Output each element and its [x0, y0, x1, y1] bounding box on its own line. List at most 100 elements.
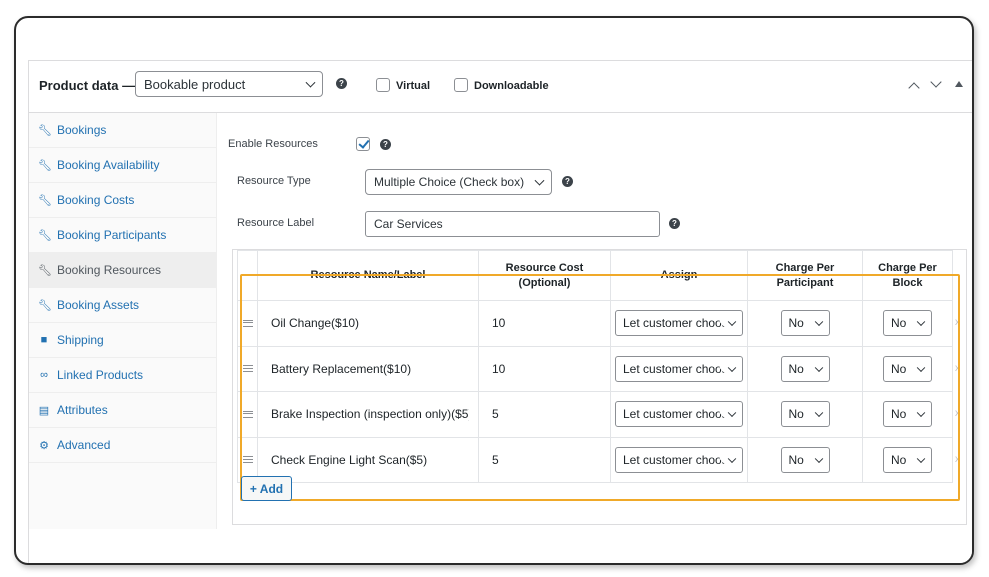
resources-table-container: Resource Name/Label Resource Cost (Optio… — [232, 249, 967, 525]
charge-per-block-select[interactable]: No — [883, 401, 932, 428]
help-icon[interactable]: ? — [669, 218, 680, 229]
assign-value: Let customer choose — [623, 361, 735, 376]
assign-select[interactable]: Let customer choose — [615, 446, 743, 473]
block-cell: No — [862, 391, 953, 438]
resource-name-cell[interactable]: Oil Change($10) — [257, 300, 479, 347]
move-up-icon[interactable] — [908, 82, 920, 94]
chevron-down-icon — [916, 363, 926, 372]
gear-icon: ⚙ — [39, 439, 49, 452]
remove-row-icon[interactable]: x — [955, 408, 960, 419]
collapse-toggle-icon[interactable] — [955, 81, 963, 87]
remove-row-icon[interactable]: x — [955, 317, 960, 328]
sidebar-item-label: Bookings — [57, 123, 107, 137]
assign-value: Let customer choose — [623, 316, 735, 331]
remove-row-icon[interactable]: x — [955, 454, 960, 465]
virtual-checkbox[interactable] — [376, 78, 390, 92]
assign-cell: Let customer choose — [610, 436, 748, 483]
chevron-down-icon — [814, 454, 823, 463]
sidebar-item-linked-products[interactable]: ∞ Linked Products — [29, 358, 217, 393]
block-value: No — [891, 316, 907, 331]
truck-icon: ■ — [40, 334, 48, 346]
drag-handle[interactable] — [237, 391, 258, 438]
assign-cell: Let customer choose — [610, 391, 748, 438]
enable-resources-checkbox[interactable] — [356, 137, 370, 151]
sidebar-item-booking-participants[interactable]: 🔧︎ Booking Participants — [29, 218, 217, 253]
sidebar-item-booking-assets[interactable]: 🔧︎ Booking Assets — [29, 288, 217, 323]
sidebar-item-label: Booking Assets — [57, 298, 140, 312]
resource-cost-cell[interactable]: 10 — [478, 345, 611, 392]
help-icon[interactable]: ? — [336, 78, 347, 89]
assign-value: Let customer choose — [623, 407, 735, 422]
resource-cost: 5 — [492, 407, 499, 422]
assign-select[interactable]: Let customer choose — [615, 355, 743, 382]
column-header-assign: Assign — [610, 250, 748, 301]
block-cell: No — [862, 300, 953, 347]
sidebar-item-bookings[interactable]: 🔧︎ Bookings — [29, 113, 217, 148]
charge-per-block-select[interactable]: No — [883, 355, 932, 382]
block-cell: No — [862, 436, 953, 483]
help-icon[interactable]: ? — [380, 139, 391, 150]
chevron-down-icon — [916, 317, 926, 327]
charge-per-participant-select[interactable]: No — [780, 310, 830, 337]
sidebar-item-booking-costs[interactable]: 🔧︎ Booking Costs — [29, 183, 217, 218]
resource-type-select[interactable]: Multiple Choice (Check box) — [365, 169, 552, 195]
drag-handle[interactable] — [237, 300, 258, 347]
assign-select[interactable]: Let customer choose — [615, 310, 743, 337]
wrench-icon: 🔧︎ — [38, 194, 52, 207]
sidebar-item-label: Attributes — [57, 403, 108, 417]
table-row: Brake Inspection (inspection only)($5) 5… — [237, 391, 953, 438]
handle-column-header — [237, 250, 258, 301]
move-down-icon[interactable] — [930, 76, 942, 88]
drag-handle-icon — [242, 456, 253, 464]
remove-row-icon[interactable]: x — [955, 363, 960, 374]
resource-name: Check Engine Light Scan($5) — [271, 452, 428, 467]
chevron-down-icon — [916, 454, 926, 463]
resource-cost-cell[interactable]: 5 — [478, 391, 611, 438]
resource-label-label: Resource Label — [237, 217, 315, 229]
table-row: Oil Change($10) 10 Let customer choose N… — [237, 300, 953, 347]
product-type-select[interactable]: Bookable product — [135, 71, 323, 97]
wrench-icon: 🔧︎ — [38, 229, 52, 242]
resource-label-input[interactable]: Car Services — [365, 211, 660, 237]
product-data-panel: Product data — Bookable product ? Virtua… — [28, 60, 972, 563]
resource-name: Oil Change($10) — [271, 316, 360, 331]
resource-cost-cell[interactable]: 5 — [478, 436, 611, 483]
virtual-label: Virtual — [396, 80, 431, 92]
resource-cost: 10 — [492, 361, 506, 376]
sidebar-item-booking-availability[interactable]: 🔧︎ Booking Availability — [29, 148, 217, 183]
charge-per-participant-select[interactable]: No — [780, 355, 830, 382]
participant-cell: No — [747, 345, 863, 392]
table-row: Battery Replacement($10) 10 Let customer… — [237, 345, 953, 392]
wrench-icon: 🔧︎ — [38, 159, 52, 172]
charge-per-participant-select[interactable]: No — [780, 446, 830, 473]
window-frame: Product data — Bookable product ? Virtua… — [14, 16, 974, 565]
charge-per-block-select[interactable]: No — [883, 446, 932, 473]
participant-cell: No — [747, 436, 863, 483]
add-resource-button[interactable]: + Add — [241, 476, 292, 501]
downloadable-checkbox[interactable] — [454, 78, 468, 92]
resource-name-cell[interactable]: Battery Replacement($10) — [257, 345, 479, 392]
column-header-name: Resource Name/Label — [257, 250, 479, 301]
resource-name-cell[interactable]: Brake Inspection (inspection only)($5) — [257, 391, 479, 438]
sidebar-item-booking-resources[interactable]: 🔧︎ Booking Resources — [29, 253, 217, 288]
link-icon: ∞ — [40, 369, 48, 381]
assign-select[interactable]: Let customer choose — [615, 401, 743, 428]
resource-type-label: Resource Type — [237, 175, 311, 187]
help-icon[interactable]: ? — [562, 176, 573, 187]
wrench-icon: 🔧︎ — [38, 299, 52, 312]
resource-cost-cell[interactable]: 10 — [478, 300, 611, 347]
drag-handle-icon — [242, 365, 253, 373]
resource-cost: 5 — [492, 452, 499, 467]
assign-value: Let customer choose — [623, 452, 735, 467]
sidebar-item-shipping[interactable]: ■ Shipping — [29, 323, 217, 358]
downloadable-label: Downloadable — [474, 80, 549, 92]
charge-per-block-select[interactable]: No — [883, 310, 932, 337]
assign-cell: Let customer choose — [610, 300, 748, 347]
drag-handle-icon — [242, 319, 253, 327]
charge-per-participant-select[interactable]: No — [780, 401, 830, 428]
block-value: No — [891, 361, 907, 376]
sidebar-item-label: Booking Availability — [57, 158, 160, 172]
drag-handle[interactable] — [237, 345, 258, 392]
sidebar-item-attributes[interactable]: ▤ Attributes — [29, 393, 217, 428]
sidebar-item-advanced[interactable]: ⚙ Advanced — [29, 428, 217, 463]
